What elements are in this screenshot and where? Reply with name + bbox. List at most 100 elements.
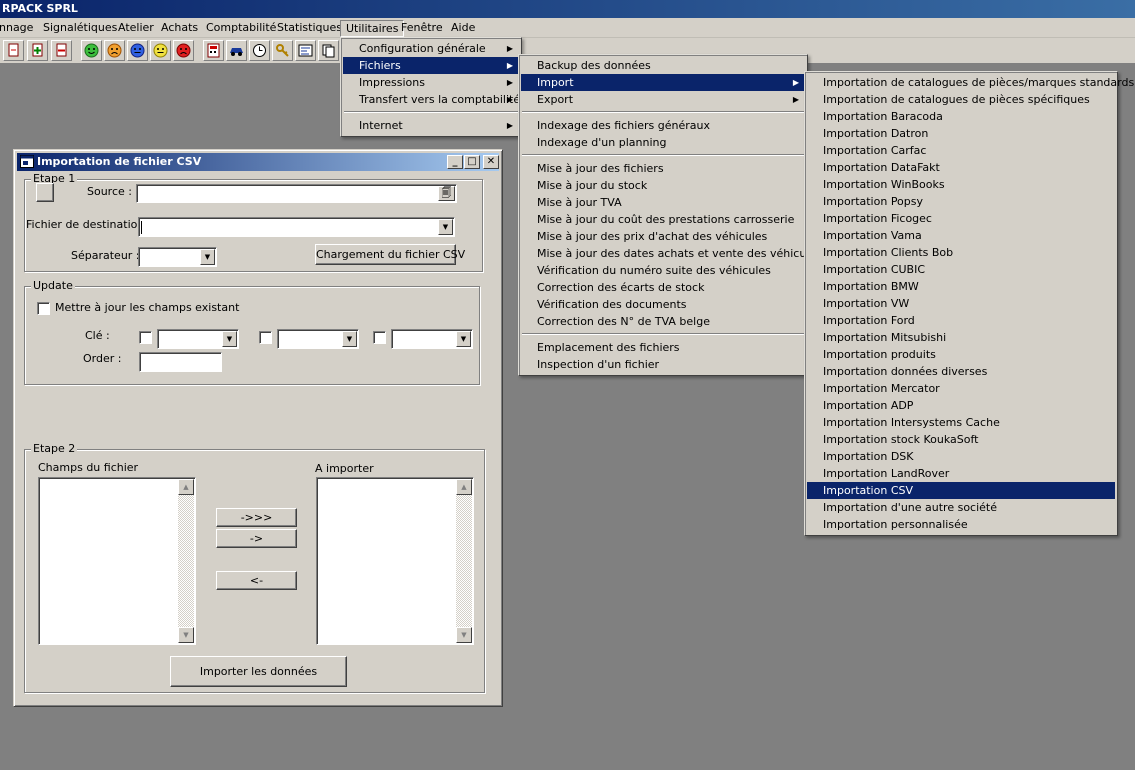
chevron-down-icon[interactable]: ▼	[438, 219, 453, 235]
to-import-list[interactable]: ▲ ▼	[316, 477, 474, 645]
to-import-scrollbar[interactable]: ▲ ▼	[456, 479, 472, 643]
move-back-button[interactable]: <-	[216, 571, 297, 590]
menu-item-import-bmw[interactable]: Importation BMW	[807, 278, 1115, 295]
menu-item-correction-tva[interactable]: Correction des N° de TVA belge	[521, 313, 805, 330]
menu-item-import-cubic[interactable]: Importation CUBIC	[807, 261, 1115, 278]
order-input[interactable]	[139, 352, 222, 372]
scroll-up-icon[interactable]: ▲	[456, 479, 472, 495]
menu-item-import-adp[interactable]: Importation ADP	[807, 397, 1115, 414]
menu-item-import-carfac[interactable]: Importation Carfac	[807, 142, 1115, 159]
menu-item-import-winbooks[interactable]: Importation WinBooks	[807, 176, 1115, 193]
menu-utilitaires[interactable]: Utilitaires	[340, 20, 405, 37]
menu-achats[interactable]: Achats	[156, 20, 203, 37]
menu-item-import-intersystems[interactable]: Importation Intersystems Cache	[807, 414, 1115, 431]
close-button[interactable]: ✕	[483, 155, 499, 169]
menu-item-import-catalogues-standards[interactable]: Importation de catalogues de pièces/marq…	[807, 74, 1134, 91]
import-data-button[interactable]: Importer les données	[170, 656, 347, 687]
menu-item-import-ford[interactable]: Importation Ford	[807, 312, 1115, 329]
menu-item-import-clients-bob[interactable]: Importation Clients Bob	[807, 244, 1115, 261]
form-icon[interactable]	[295, 40, 316, 61]
menu-item-import-produits[interactable]: Importation produits	[807, 346, 1115, 363]
key1-checkbox[interactable]	[139, 331, 152, 344]
menu-atelier[interactable]: Atelier	[113, 20, 159, 37]
menu-item-import-dsk[interactable]: Importation DSK	[807, 448, 1115, 465]
menu-item-maj-dates[interactable]: Mise à jour des dates achats et vente de…	[521, 245, 822, 262]
move-one-button[interactable]: ->	[216, 529, 297, 548]
toolbar-new-document-icon[interactable]	[27, 40, 48, 61]
menu-item-indexage-planning[interactable]: Indexage d'un planning	[521, 134, 805, 151]
menu-item-maj-prix-achat[interactable]: Mise à jour des prix d'achat des véhicul…	[521, 228, 805, 245]
load-csv-button[interactable]: Chargement du fichier CSV	[315, 244, 465, 265]
menu-item-export[interactable]: Export ▶	[521, 91, 805, 108]
menu-aide[interactable]: Aide	[446, 20, 480, 37]
smiley-orange-icon[interactable]	[104, 40, 125, 61]
car-icon[interactable]	[226, 40, 247, 61]
menu-item-inspection[interactable]: Inspection d'un fichier	[521, 356, 805, 373]
menu-item-impressions[interactable]: Impressions ▶	[343, 74, 519, 91]
menu-depannage[interactable]: nnage	[0, 20, 38, 37]
chevron-down-icon[interactable]: ▼	[342, 331, 357, 347]
smiley-red-icon[interactable]	[173, 40, 194, 61]
clock-icon[interactable]	[249, 40, 270, 61]
chevron-down-icon[interactable]: ▼	[456, 331, 471, 347]
move-all-button[interactable]: ->>>	[216, 508, 297, 527]
menu-item-import-vw[interactable]: Importation VW	[807, 295, 1115, 312]
menu-item-import-mercator[interactable]: Importation Mercator	[807, 380, 1115, 397]
menu-item-maj-tva[interactable]: Mise à jour TVA	[521, 194, 805, 211]
smiley-yellow-icon[interactable]	[150, 40, 171, 61]
menu-item-verif-documents[interactable]: Vérification des documents	[521, 296, 805, 313]
update-existing-checkbox[interactable]	[37, 302, 50, 315]
menu-item-import-donnees-diverses[interactable]: Importation données diverses	[807, 363, 1115, 380]
menu-item-configuration[interactable]: Configuration générale ▶	[343, 40, 519, 57]
key3-combo[interactable]: ▼	[391, 329, 473, 349]
menu-fenetre[interactable]: Fenêtre	[396, 20, 448, 37]
file-fields-list[interactable]: ▲ ▼	[38, 477, 196, 645]
copy-icon[interactable]	[318, 40, 339, 61]
maximize-button[interactable]: □	[464, 155, 480, 169]
menu-item-import-baracoda[interactable]: Importation Baracoda	[807, 108, 1115, 125]
source-input[interactable]: 🗐	[136, 184, 457, 203]
key2-checkbox[interactable]	[259, 331, 272, 344]
menu-item-correction-ecarts[interactable]: Correction des écarts de stock	[521, 279, 805, 296]
menu-item-transfert-comptabilite[interactable]: Transfert vers la comptabilité ▶	[343, 91, 520, 108]
menu-item-import-personnalisee[interactable]: Importation personnalisée	[807, 516, 1115, 533]
toolbar-document-icon[interactable]	[3, 40, 24, 61]
key2-combo[interactable]: ▼	[277, 329, 359, 349]
menu-item-fichiers[interactable]: Fichiers ▶	[343, 57, 519, 74]
menu-item-import-mitsubishi[interactable]: Importation Mitsubishi	[807, 329, 1115, 346]
minimize-button[interactable]: _	[447, 155, 463, 169]
key3-checkbox[interactable]	[373, 331, 386, 344]
toolbar-delete-document-icon[interactable]	[51, 40, 72, 61]
menu-item-import-koukasoft[interactable]: Importation stock KoukaSoft	[807, 431, 1115, 448]
smiley-green-icon[interactable]	[81, 40, 102, 61]
menu-item-import-autre-societe[interactable]: Importation d'une autre société	[807, 499, 1115, 516]
menu-item-maj-fichiers[interactable]: Mise à jour des fichiers	[521, 160, 805, 177]
menu-item-emplacement[interactable]: Emplacement des fichiers	[521, 339, 805, 356]
menu-item-import-catalogues-specifiques[interactable]: Importation de catalogues de pièces spéc…	[807, 91, 1115, 108]
menu-item-import-popsy[interactable]: Importation Popsy	[807, 193, 1115, 210]
menu-comptabilite[interactable]: Comptabilité	[201, 20, 281, 37]
scroll-down-icon[interactable]: ▼	[178, 627, 194, 643]
dialog-title-bar[interactable]: Importation de fichier CSV _ □ ✕	[17, 153, 499, 171]
destination-combo[interactable]: ▼	[138, 217, 455, 237]
key1-combo[interactable]: ▼	[157, 329, 239, 349]
file-fields-scrollbar[interactable]: ▲ ▼	[178, 479, 194, 643]
chevron-down-icon[interactable]: ▼	[200, 249, 215, 265]
menu-item-internet[interactable]: Internet ▶	[343, 117, 519, 134]
menu-item-maj-stock[interactable]: Mise à jour du stock	[521, 177, 805, 194]
menu-item-import-datafakt[interactable]: Importation DataFakt	[807, 159, 1115, 176]
menu-signaletiques[interactable]: Signalétiques	[38, 20, 122, 37]
menu-item-backup[interactable]: Backup des données	[521, 57, 805, 74]
menu-item-import-csv[interactable]: Importation CSV	[807, 482, 1115, 499]
menu-item-import[interactable]: Import ▶	[521, 74, 805, 91]
menu-item-import-datron[interactable]: Importation Datron	[807, 125, 1115, 142]
menu-statistiques[interactable]: Statistiques	[272, 20, 347, 37]
menu-item-import-landrover[interactable]: Importation LandRover	[807, 465, 1115, 482]
separator-combo[interactable]: ▼	[138, 247, 217, 267]
scroll-up-icon[interactable]: ▲	[178, 479, 194, 495]
menu-item-import-ficogec[interactable]: Importation Ficogec	[807, 210, 1115, 227]
menu-item-import-vama[interactable]: Importation Vama	[807, 227, 1115, 244]
key-icon[interactable]	[272, 40, 293, 61]
file-picker-icon[interactable]: 🗐	[438, 186, 455, 201]
calculator-icon[interactable]	[203, 40, 224, 61]
